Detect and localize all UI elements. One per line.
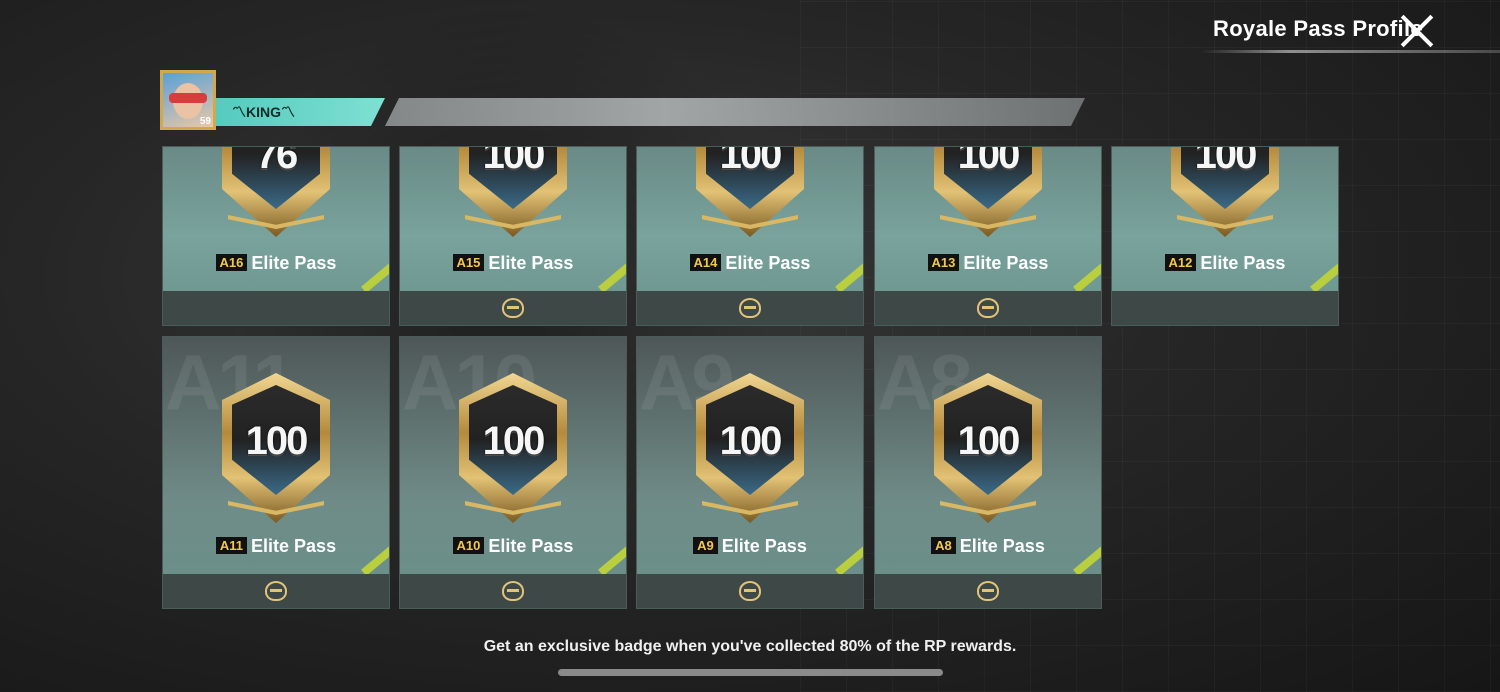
pass-label: Elite Pass [1200,253,1286,273]
medal-icon [739,581,761,601]
pass-badge: 76 [222,146,330,237]
pass-label: Elite Pass [251,536,337,556]
pass-title: A16 Elite Pass [163,253,389,274]
pass-card-a8[interactable]: A8 100 A8 Elite Pass [874,336,1102,609]
badge-number: 100 [719,419,783,463]
pass-label: Elite Pass [488,536,574,556]
card-footer [163,574,389,608]
season-tag: A14 [689,254,722,271]
season-tag: A13 [927,254,960,271]
medal-icon [502,581,524,601]
pass-badge: 100 [934,373,1042,523]
pass-label: Elite Pass [725,253,811,273]
pass-badge: 100 [459,146,567,237]
pass-title: A14 Elite Pass [637,253,863,274]
pass-badge: 100 [696,373,804,523]
card-footer [163,291,389,325]
season-tag: A11 [215,537,248,554]
medal-icon [977,298,999,318]
scrollbar[interactable] [558,669,943,676]
badge-number: 100 [957,419,1021,463]
badge-hint: Get an exclusive badge when you've colle… [483,638,1017,655]
pass-badge: 100 [1171,146,1279,237]
pass-card-a11[interactable]: A11 100 A11 Elite Pass [162,336,390,609]
pass-title: A9 Elite Pass [637,536,863,557]
avatar[interactable]: 59 [160,70,216,130]
pass-title: A12 Elite Pass [1112,253,1338,274]
badge-number: 100 [719,146,783,177]
pass-card-a13[interactable]: 100 A13 Elite Pass [874,146,1102,326]
player-level: 59 [199,116,211,127]
pass-card-a15[interactable]: 100 A15 Elite Pass [399,146,627,326]
season-tag: A10 [452,537,485,554]
rank-label: 〽KING〽 [232,104,295,120]
pass-title: A8 Elite Pass [875,536,1101,557]
badge-number: 100 [482,419,546,463]
badge-number: 76 [255,146,299,177]
season-tag: A9 [693,537,718,554]
medal-icon [977,581,999,601]
title-underline [1200,50,1500,53]
medal-icon [739,298,761,318]
pass-badge: 100 [934,146,1042,237]
pass-label: Elite Pass [251,253,337,273]
badge-number: 100 [957,146,1021,177]
pass-card-a9[interactable]: A9 100 A9 Elite Pass [636,336,864,609]
card-footer [400,574,626,608]
season-tag: A16 [215,254,248,271]
badge-number: 100 [245,419,309,463]
avatar-goggles [169,93,207,103]
pass-card-a12[interactable]: 100 A12 Elite Pass [1111,146,1339,326]
rank-text: KING [246,104,281,120]
card-footer [1112,291,1338,325]
pass-label: Elite Pass [721,536,807,556]
season-tag: A15 [452,254,485,271]
card-footer [875,574,1101,608]
pass-label: Elite Pass [488,253,574,273]
pass-label: Elite Pass [963,253,1049,273]
pass-title: A15 Elite Pass [400,253,626,274]
page-title: Royale Pass Profile [1213,16,1423,41]
card-footer [400,291,626,325]
close-icon[interactable] [1398,12,1436,50]
card-footer [637,291,863,325]
pass-card-a16[interactable]: 76 A16 Elite Pass [162,146,390,326]
season-tag: A8 [931,537,956,554]
pass-title: A11 Elite Pass [163,536,389,557]
badge-number: 100 [482,146,546,177]
pass-badge: 100 [459,373,567,523]
pass-title: A10 Elite Pass [400,536,626,557]
pass-card-a14[interactable]: 100 A14 Elite Pass [636,146,864,326]
pass-badge: 100 [696,146,804,237]
pass-title: A13 Elite Pass [875,253,1101,274]
pass-card-a10[interactable]: A10 100 A10 Elite Pass [399,336,627,609]
medal-icon [502,298,524,318]
badge-number: 100 [1194,146,1258,177]
card-footer [875,291,1101,325]
card-footer [637,574,863,608]
pass-label: Elite Pass [959,536,1045,556]
pass-badge: 100 [222,373,330,523]
season-tag: A12 [1164,254,1197,271]
header-stripe [385,98,1085,126]
medal-icon [265,581,287,601]
